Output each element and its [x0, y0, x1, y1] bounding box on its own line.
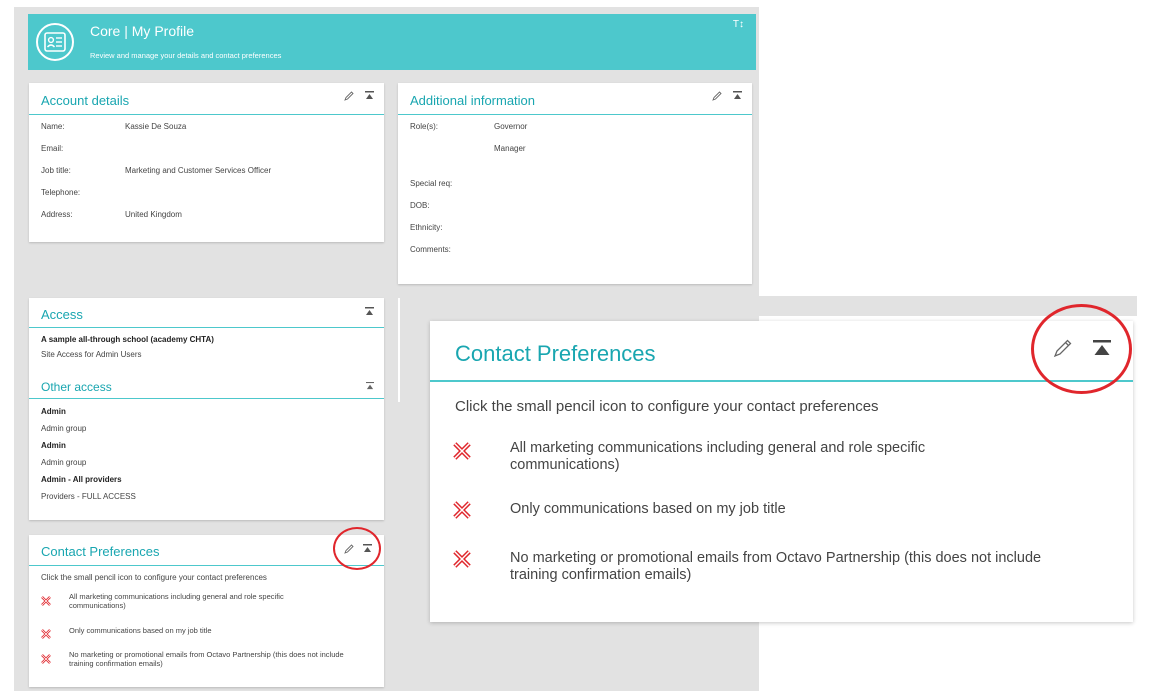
page-title: Core | My Profile: [90, 23, 194, 39]
card-divider: [29, 398, 384, 399]
role-value: Governor: [494, 122, 528, 131]
pencil-icon[interactable]: [344, 91, 354, 104]
preference-item: No marketing or promotional emails from …: [69, 650, 344, 668]
preference-item: Only communications based on my job titl…: [69, 626, 212, 635]
field-label: Name:: [41, 122, 65, 131]
preference-item: All marketing communications including g…: [69, 592, 284, 610]
field-value: Marketing and Customer Services Officer: [125, 166, 272, 175]
access-entry-detail: Providers - FULL ACCESS: [41, 492, 136, 501]
cross-icon: [41, 651, 51, 669]
cross-icon: [453, 550, 471, 573]
field-label: Job title:: [41, 166, 71, 175]
cross-icon: [41, 626, 51, 644]
field-label: DOB:: [410, 201, 430, 210]
additional-information-card: Additional information Role(s): Governor…: [398, 83, 752, 284]
text-size-icon[interactable]: T↕: [733, 19, 744, 30]
preference-item: No marketing or promotional emails from …: [510, 550, 1042, 584]
field-value: Kassie De Souza: [125, 122, 187, 131]
access-entry-detail: Admin group: [41, 424, 87, 433]
field-value: United Kingdom: [125, 210, 182, 219]
access-title: Access: [41, 307, 83, 322]
collapse-icon[interactable]: [366, 382, 374, 393]
access-entry-name: Admin: [41, 407, 66, 416]
profile-card-icon: [36, 23, 74, 61]
page-subtitle: Review and manage your details and conta…: [90, 51, 282, 60]
field-label: Ethnicity:: [410, 223, 443, 232]
zoom-backdrop: [425, 296, 1137, 316]
other-access-title: Other access: [41, 380, 112, 394]
additional-information-title: Additional information: [410, 93, 536, 108]
cross-icon: [41, 593, 51, 611]
collapse-icon[interactable]: [365, 91, 374, 103]
card-divider: [29, 565, 384, 566]
access-card: Access A sample all-through school (acad…: [29, 298, 384, 520]
account-details-card: Account details Name: Kassie De Souza Em…: [29, 83, 384, 242]
contact-preferences-title: Contact Preferences: [41, 544, 160, 559]
preference-item: All marketing communications including g…: [510, 440, 926, 474]
collapse-icon[interactable]: [365, 307, 374, 319]
contact-preferences-zoomed-card: Contact Preferences Click the small penc…: [430, 321, 1133, 622]
contact-preferences-intro: Click the small pencil icon to configure…: [41, 573, 267, 582]
field-label: Special req:: [410, 179, 453, 188]
contact-preferences-intro: Click the small pencil icon to configure…: [455, 398, 879, 415]
field-label: Comments:: [410, 245, 451, 254]
field-label: Role(s):: [410, 122, 439, 131]
obscured-card-edge: [398, 298, 400, 402]
field-label: Telephone:: [41, 188, 81, 197]
cross-icon: [453, 442, 471, 465]
card-divider: [398, 114, 752, 115]
school-name: A sample all-through school (academy CHT…: [41, 335, 214, 344]
card-divider: [430, 380, 1133, 382]
access-entry-name: Admin: [41, 441, 66, 450]
account-details-title: Account details: [41, 93, 130, 108]
card-divider: [29, 327, 384, 328]
contact-preferences-title: Contact Preferences: [455, 341, 656, 366]
role-value: Manager: [494, 144, 526, 153]
site-access: Site Access for Admin Users: [41, 350, 142, 359]
page-header: Core | My Profile Review and manage your…: [28, 14, 756, 70]
cross-icon: [453, 501, 471, 524]
field-label: Email:: [41, 144, 64, 153]
highlight-circle: [1031, 304, 1132, 394]
highlight-circle: [333, 527, 381, 570]
card-divider: [29, 114, 384, 115]
preference-item: Only communications based on my job titl…: [510, 501, 786, 517]
contact-preferences-card: Contact Preferences Click the small penc…: [29, 535, 384, 687]
field-label: Address:: [41, 210, 73, 219]
access-entry-name: Admin - All providers: [41, 475, 122, 484]
access-entry-detail: Admin group: [41, 458, 87, 467]
pencil-icon[interactable]: [712, 91, 722, 104]
collapse-icon[interactable]: [733, 91, 742, 103]
